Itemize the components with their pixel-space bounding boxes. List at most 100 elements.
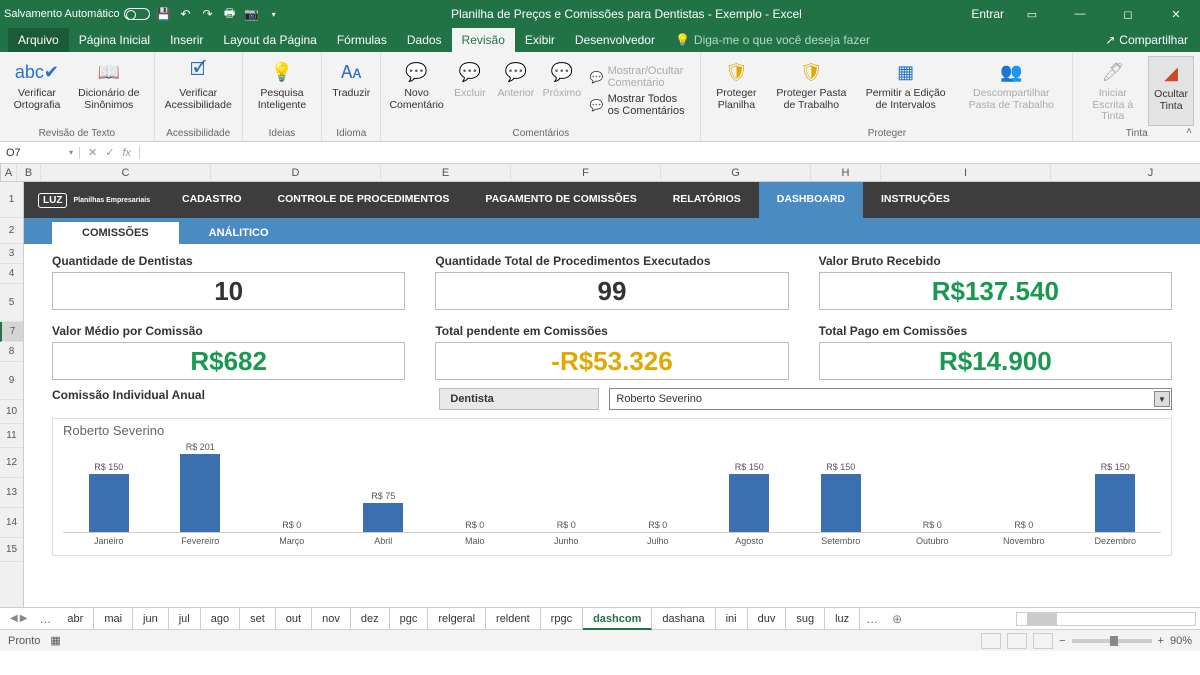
row-header[interactable]: 9 — [0, 362, 23, 400]
row-header[interactable]: 15 — [0, 538, 23, 562]
page-layout-view-icon[interactable] — [1007, 633, 1027, 649]
sheet-content[interactable]: LUZ Planilhas Empresariais CADASTRO CONT… — [24, 182, 1200, 607]
row-header[interactable]: 3 — [0, 244, 23, 264]
tab-insert[interactable]: Inserir — [160, 28, 213, 52]
maximize-icon[interactable]: ◻ — [1108, 0, 1148, 28]
sheet-tab[interactable]: dashana — [652, 608, 715, 630]
tab-home[interactable]: Página Inicial — [69, 28, 160, 52]
sheet-tab[interactable]: abr — [57, 608, 94, 630]
tab-file[interactable]: Arquivo — [8, 28, 69, 52]
smart-lookup-button[interactable]: 💡Pesquisa Inteligente — [249, 56, 315, 126]
sheet-tab[interactable]: luz — [825, 608, 860, 630]
thesaurus-button[interactable]: 📖Dicionário de Sinônimos — [70, 56, 148, 126]
protect-workbook-button[interactable]: 🛡Proteger Pasta de Trabalho — [767, 56, 855, 126]
allow-ranges-button[interactable]: ▦Permitir a Edição de Intervalos — [857, 56, 954, 126]
print-icon[interactable]: 🖶 — [222, 6, 238, 22]
qat-dropdown-icon[interactable]: ▾ — [266, 6, 282, 22]
zoom-slider[interactable] — [1072, 639, 1152, 643]
sheet-tab[interactable]: jul — [169, 608, 201, 630]
show-all-comments[interactable]: 💬Mostrar Todos os Comentários — [586, 92, 694, 118]
column-header[interactable]: A — [1, 164, 17, 181]
tab-overflow[interactable]: … — [33, 612, 57, 626]
column-header[interactable]: H — [811, 164, 881, 181]
undo-icon[interactable]: ↶ — [178, 6, 194, 22]
dentist-dropdown[interactable]: Roberto Severino ▼ — [609, 388, 1172, 410]
tab-developer[interactable]: Desenvolvedor — [565, 28, 665, 52]
nav-relatorios[interactable]: RELATÓRIOS — [655, 182, 759, 218]
tab-layout[interactable]: Layout da Página — [213, 28, 326, 52]
column-header[interactable]: I — [881, 164, 1051, 181]
tab-nav-next-icon[interactable]: ▶ — [20, 613, 28, 624]
sheet-tab[interactable]: set — [240, 608, 276, 630]
spelling-button[interactable]: abc✔Verificar Ortografia — [6, 56, 68, 126]
sheet-tab[interactable]: out — [276, 608, 312, 630]
tell-me[interactable]: 💡 Diga-me o que você deseja fazer — [665, 28, 880, 52]
tab-data[interactable]: Dados — [397, 28, 452, 52]
sheet-tab[interactable]: dashcom — [583, 608, 652, 630]
sheet-tab[interactable]: relgeral — [428, 608, 486, 630]
column-header[interactable]: B — [17, 164, 41, 181]
sheet-tab[interactable]: pgc — [390, 608, 429, 630]
zoom-level[interactable]: 90% — [1170, 635, 1192, 647]
sheet-tab[interactable]: jun — [133, 608, 169, 630]
close-icon[interactable]: ✕ — [1156, 0, 1196, 28]
new-comment-button[interactable]: 💬Novo Comentário — [387, 56, 446, 126]
add-sheet-icon[interactable]: ⊕ — [884, 612, 910, 626]
nav-dashboard[interactable]: DASHBOARD — [759, 182, 863, 218]
camera-icon[interactable]: 📷 — [244, 6, 260, 22]
horizontal-scrollbar[interactable] — [1016, 612, 1196, 626]
column-header[interactable]: G — [661, 164, 811, 181]
name-box[interactable]: O7▾ — [0, 147, 80, 159]
ink-hide-button[interactable]: ◢Ocultar Tinta — [1148, 56, 1194, 126]
normal-view-icon[interactable] — [981, 633, 1001, 649]
signin-link[interactable]: Entrar — [971, 7, 1004, 21]
subtab-comissoes[interactable]: COMISSÕES — [52, 222, 179, 244]
ribbon-display-icon[interactable]: ▭ — [1012, 0, 1052, 28]
autosave-toggle[interactable]: Salvamento Automático — [4, 8, 150, 20]
sheet-tab[interactable]: ini — [716, 608, 748, 630]
nav-instrucoes[interactable]: INSTRUÇÕES — [863, 182, 968, 218]
protect-sheet-button[interactable]: 🛡Proteger Planilha — [707, 56, 765, 126]
tab-overflow[interactable]: … — [860, 612, 884, 626]
enter-formula-icon[interactable]: ✓ — [105, 146, 114, 159]
nav-pagamento[interactable]: PAGAMENTO DE COMISSÕES — [467, 182, 654, 218]
row-header[interactable]: 12 — [0, 448, 23, 478]
minimize-icon[interactable]: — — [1060, 0, 1100, 28]
column-header[interactable]: D — [211, 164, 381, 181]
zoom-in-icon[interactable]: + — [1158, 635, 1164, 647]
column-header[interactable]: J — [1051, 164, 1200, 181]
translate-button[interactable]: 🗛Traduzir — [328, 56, 374, 126]
sheet-tab[interactable]: mai — [94, 608, 133, 630]
row-header[interactable]: 8 — [0, 342, 23, 362]
save-icon[interactable]: 💾 — [156, 6, 172, 22]
row-header[interactable]: 7 — [0, 322, 23, 342]
row-header[interactable]: 5 — [0, 284, 23, 322]
tab-formulas[interactable]: Fórmulas — [327, 28, 397, 52]
row-header[interactable]: 4 — [0, 264, 23, 284]
row-header[interactable]: 11 — [0, 424, 23, 448]
sheet-tab[interactable]: nov — [312, 608, 351, 630]
row-header[interactable]: 1 — [0, 182, 23, 218]
sheet-tab[interactable]: dez — [351, 608, 390, 630]
cancel-formula-icon[interactable]: ✕ — [88, 146, 97, 159]
subtab-analitico[interactable]: ANÁLITICO — [179, 222, 299, 244]
sheet-tab[interactable]: duv — [748, 608, 787, 630]
nav-cadastro[interactable]: CADASTRO — [164, 182, 260, 218]
sheet-tab[interactable]: sug — [786, 608, 825, 630]
tab-nav-prev-icon[interactable]: ◀ — [10, 613, 18, 624]
row-header[interactable]: 13 — [0, 478, 23, 508]
row-header[interactable]: 14 — [0, 508, 23, 538]
sheet-tab[interactable]: reldent — [486, 608, 541, 630]
page-break-view-icon[interactable] — [1033, 633, 1053, 649]
column-header[interactable]: E — [381, 164, 511, 181]
sheet-tab[interactable]: rpgc — [541, 608, 583, 630]
select-all-cell[interactable] — [0, 164, 1, 181]
row-header[interactable]: 10 — [0, 400, 23, 424]
row-header[interactable]: 2 — [0, 218, 23, 244]
redo-icon[interactable]: ↷ — [200, 6, 216, 22]
tab-view[interactable]: Exibir — [515, 28, 565, 52]
column-header[interactable]: F — [511, 164, 661, 181]
zoom-out-icon[interactable]: − — [1059, 635, 1065, 647]
macro-icon[interactable]: ▦ — [50, 634, 60, 647]
collapse-ribbon-icon[interactable]: ˄ — [1186, 126, 1192, 137]
